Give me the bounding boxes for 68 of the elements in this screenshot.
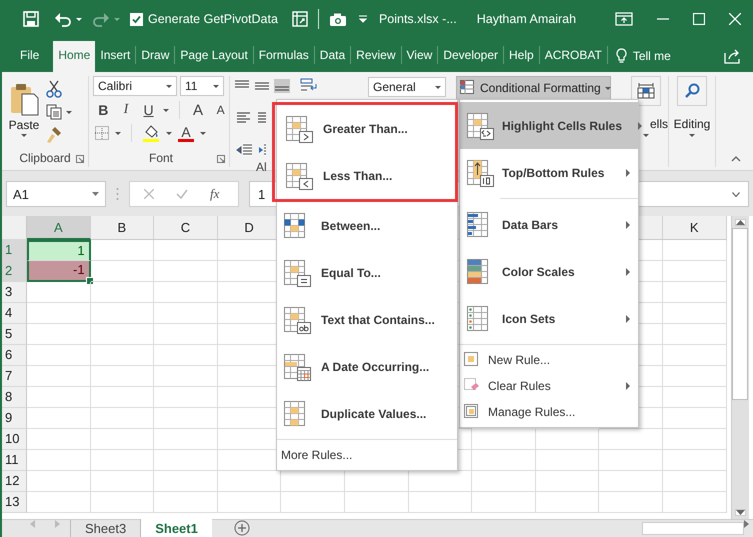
- row-header[interactable]: 8: [2, 387, 27, 408]
- menu-item[interactable]: Color Scales: [460, 248, 638, 295]
- ribbon-tab[interactable]: Data: [314, 41, 350, 70]
- row-header[interactable]: 9: [2, 408, 27, 429]
- column-header[interactable]: K: [662, 216, 727, 240]
- ribbon-tab[interactable]: ACROBAT: [540, 41, 607, 70]
- row-header[interactable]: 3: [2, 282, 27, 303]
- row-header[interactable]: 12: [2, 471, 27, 492]
- name-box[interactable]: A1: [6, 181, 106, 207]
- conditional-formatting-button[interactable]: Conditional Formatting: [456, 76, 611, 100]
- group-label: Al: [256, 160, 267, 174]
- menu-item[interactable]: Equal To...: [277, 249, 457, 296]
- column-header[interactable]: B: [90, 216, 154, 240]
- ribbon-tab[interactable]: Developer: [438, 41, 504, 70]
- tell-me-box[interactable]: Tell me: [616, 41, 671, 70]
- italic-button[interactable]: I: [118, 102, 134, 118]
- menu-item[interactable]: More Rules...: [277, 442, 457, 468]
- document-title: Points.xlsx -...: [378, 12, 457, 26]
- menu-item[interactable]: A Date Occurring...: [277, 343, 457, 390]
- ribbon-tab[interactable]: File: [12, 41, 50, 70]
- ribbon-tab[interactable]: Insert: [95, 41, 136, 70]
- row-header[interactable]: 10: [2, 429, 27, 450]
- bold-button[interactable]: B: [95, 102, 112, 118]
- table-cell: 1: [27, 240, 91, 261]
- user-name[interactable]: Haytham Amairah: [476, 12, 576, 26]
- menu-item[interactable]: New Rule...: [460, 347, 638, 373]
- row-header[interactable]: 7: [2, 366, 27, 387]
- column-header[interactable]: A: [27, 216, 91, 240]
- ribbon-tab[interactable]: View: [402, 41, 438, 70]
- row-header[interactable]: 5: [2, 324, 27, 345]
- row-header[interactable]: 1: [2, 240, 27, 261]
- editing-label[interactable]: Editing: [674, 117, 710, 131]
- decrease-font-button[interactable]: A: [212, 103, 229, 117]
- menu-item[interactable]: Greater Than...: [279, 105, 455, 152]
- font-name-field[interactable]: Calibri: [93, 76, 177, 96]
- menu-item[interactable]: Less Than...: [279, 152, 455, 199]
- row-header[interactable]: 11: [2, 450, 27, 471]
- ribbon-tab[interactable]: Help: [504, 41, 539, 70]
- row-header[interactable]: 13: [2, 492, 27, 513]
- row-header[interactable]: 2: [2, 261, 27, 282]
- row-header[interactable]: 6: [2, 345, 27, 366]
- sheet-tab[interactable]: Sheet1: [140, 519, 212, 537]
- menu-item[interactable]: Data Bars: [460, 201, 638, 248]
- column-header[interactable]: C: [154, 216, 218, 240]
- row-header[interactable]: 4: [2, 303, 27, 324]
- font-size-field[interactable]: 11: [180, 76, 224, 96]
- menu-item[interactable]: Manage Rules...: [460, 399, 638, 425]
- ribbon-tab[interactable]: Page Layout: [175, 41, 253, 70]
- ribbon-tab[interactable]: Review: [351, 41, 401, 70]
- menu-item[interactable]: Duplicate Values...: [277, 390, 457, 437]
- paste-button[interactable]: Paste: [6, 78, 42, 147]
- cells-label[interactable]: ells: [650, 117, 668, 131]
- ribbon-tab[interactable]: Formulas: [254, 41, 314, 70]
- table-cell: -1: [27, 261, 91, 282]
- font-color-button[interactable]: A: [178, 124, 194, 142]
- menu-item[interactable]: Clear Rules: [460, 373, 638, 399]
- group-label: Clipboard: [19, 151, 71, 165]
- menu-item[interactable]: Icon Sets: [460, 295, 638, 342]
- insert-function-button[interactable]: fx: [210, 186, 220, 202]
- underline-button[interactable]: U: [140, 102, 157, 118]
- checkbox-label[interactable]: Generate GetPivotData: [148, 12, 278, 26]
- menu-item[interactable]: Top/Bottom Rules: [460, 149, 638, 196]
- group-label: Font: [148, 151, 173, 165]
- ribbon-tab[interactable]: Home: [53, 41, 96, 72]
- ribbon-tab[interactable]: Draw: [136, 41, 174, 70]
- menu-item[interactable]: Text that Contains...: [277, 296, 457, 343]
- number-format-field[interactable]: General: [368, 77, 446, 97]
- increase-font-button[interactable]: A: [190, 102, 206, 118]
